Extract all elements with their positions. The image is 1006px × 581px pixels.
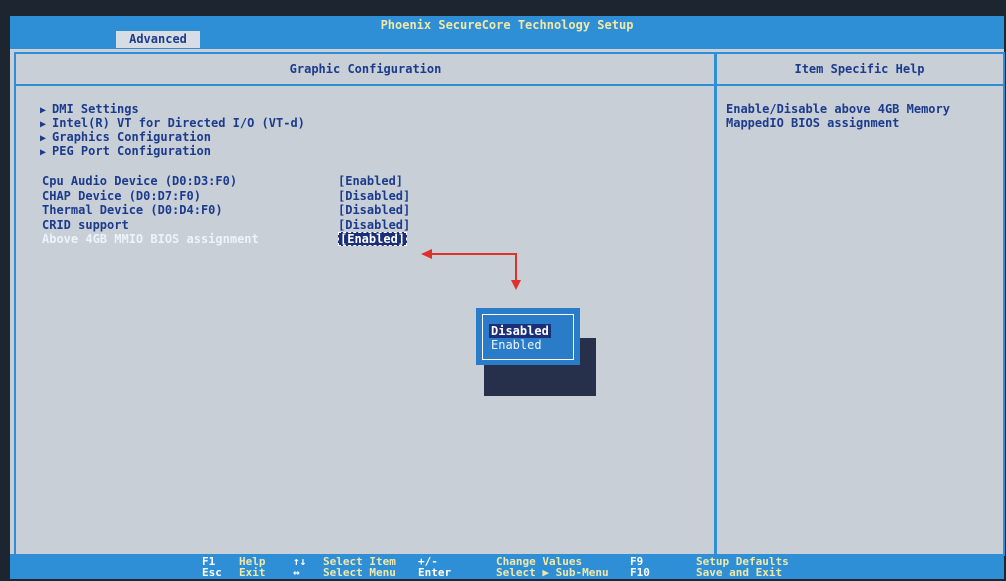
help-title: Item Specific Help	[716, 54, 1003, 86]
option-disabled[interactable]: Disabled	[489, 324, 551, 338]
key-esc: Esc	[202, 566, 222, 579]
popup-frame: Disabled Enabled	[482, 314, 574, 360]
help-panel: Item Specific Help Enable/Disable above …	[714, 52, 1005, 556]
main-panel: Graphic Configuration ▶ DMI Settings ▶ Int…	[14, 52, 717, 556]
key-desc: Select Menu	[323, 566, 396, 579]
help-line: MappedIO BIOS assignment	[726, 116, 900, 130]
key-desc: Save and Exit	[696, 566, 783, 579]
app-title: Phoenix SecureCore Technology Setup	[380, 18, 634, 32]
help-text: Enable/Disable above 4GB Memory MappedIO…	[726, 102, 950, 130]
help-line: Enable/Disable above 4GB Memory	[726, 102, 950, 116]
key-desc: Select ▶ Sub-Menu	[496, 566, 609, 579]
callout-arrow	[421, 249, 521, 290]
option-enabled[interactable]: Enabled	[491, 338, 542, 352]
key-enter: Enter	[418, 566, 452, 579]
title-bar: Phoenix SecureCore Technology Setup Adva…	[10, 16, 1004, 49]
key-legend: F1 Help ↑↓ Select Item +/- Change Values…	[10, 554, 1004, 579]
option-popup: Disabled Enabled	[476, 308, 580, 365]
bios-screen: Phoenix SecureCore Technology Setup Adva…	[10, 16, 1005, 579]
key-f10: F10	[630, 566, 650, 579]
key-desc: Exit	[239, 566, 266, 579]
tab-advanced[interactable]: Advanced	[116, 31, 200, 48]
key-left-right: ↔	[293, 566, 300, 579]
